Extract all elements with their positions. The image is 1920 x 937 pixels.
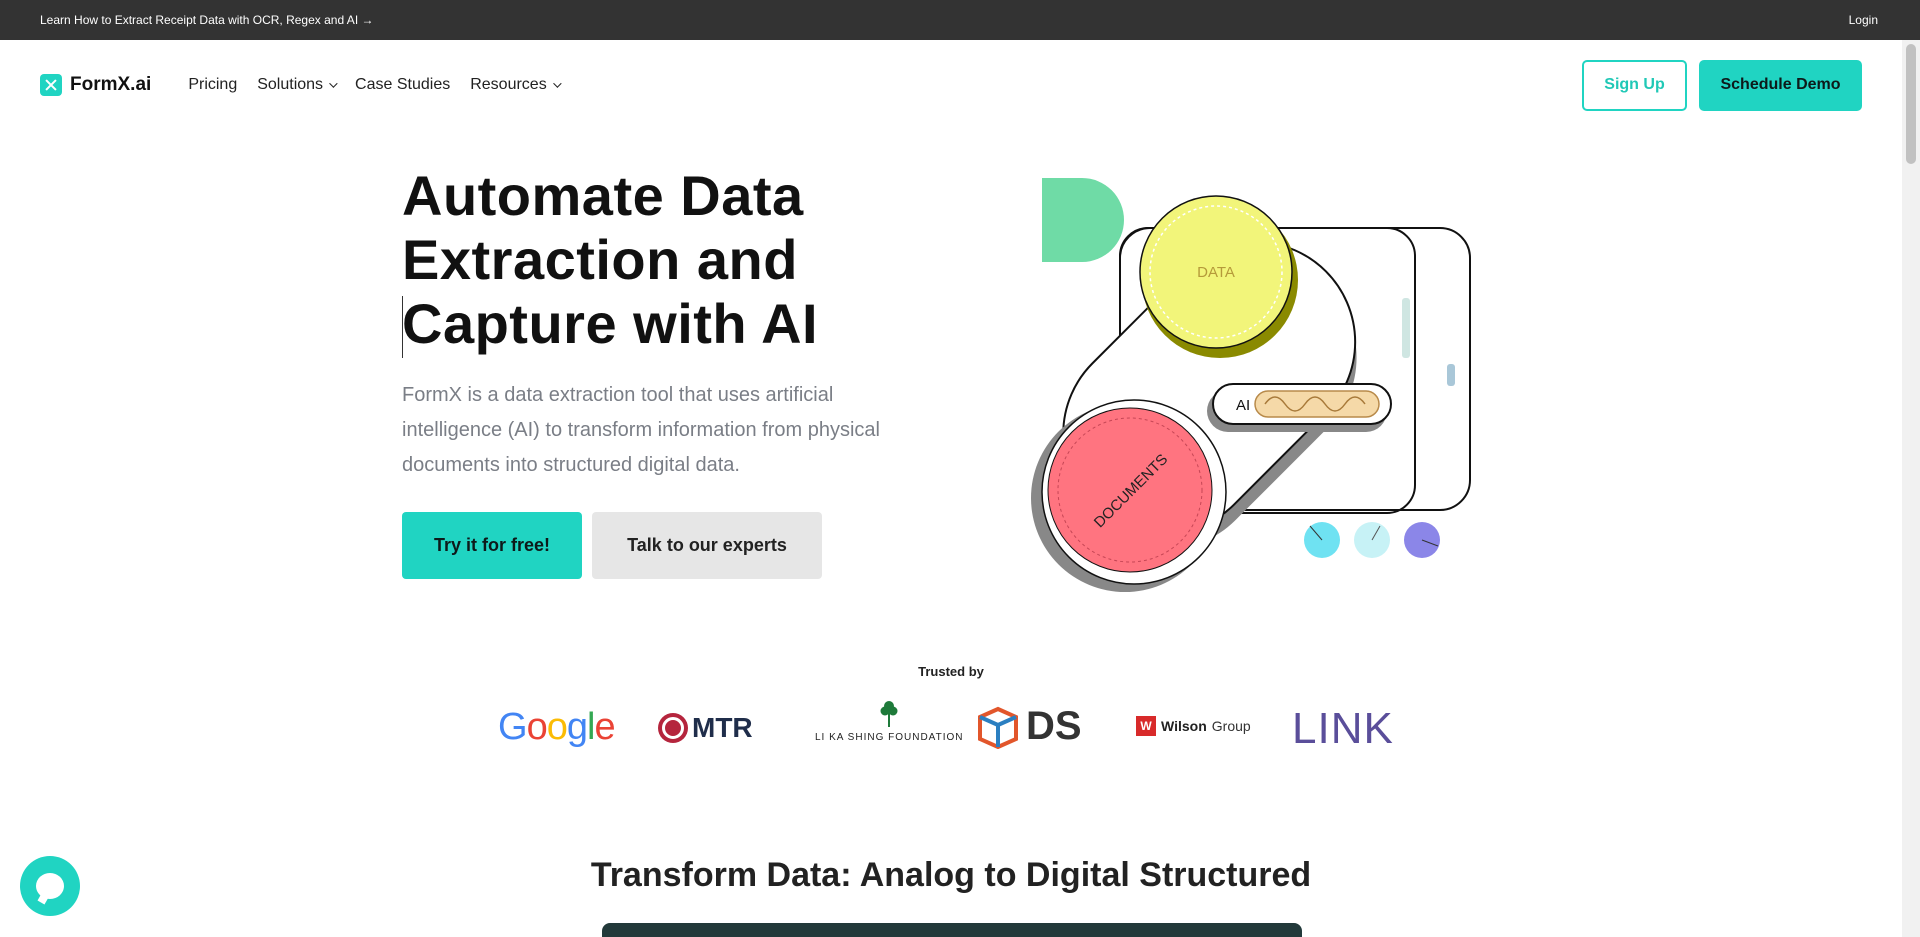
google-logo: Google — [498, 706, 616, 748]
chat-widget-button[interactable] — [20, 856, 80, 916]
nav-label: Case Studies — [355, 76, 451, 93]
hero-title-line: Automate Data — [402, 164, 804, 227]
chevron-down-icon — [329, 79, 338, 88]
tree-icon — [880, 701, 898, 727]
nav-item-resources[interactable]: Resources — [470, 76, 562, 94]
schedule-demo-button[interactable]: Schedule Demo — [1699, 59, 1862, 111]
wilson-group-logo: W Wilson Group — [1136, 716, 1251, 736]
scrollbar-thumb[interactable] — [1906, 44, 1916, 164]
brand-logo[interactable]: FormX.ai — [40, 74, 151, 96]
wilson-mark-icon: W — [1136, 716, 1156, 736]
hero-illustration: DATA DOCUMENTS AI — [1031, 178, 1471, 592]
trusted-heading: Trusted by — [918, 664, 984, 679]
hero-title: Automate Data Extraction and Capture wit… — [402, 164, 818, 356]
li-ka-shing-logo: LI KA SHING FOUNDATION — [815, 700, 964, 743]
ai-label: AI — [1236, 397, 1250, 414]
login-link[interactable]: Login — [1849, 13, 1878, 27]
ds-cube-icon — [978, 706, 1018, 749]
nav-label: Solutions — [257, 76, 324, 93]
talk-experts-button[interactable]: Talk to our experts — [592, 512, 822, 579]
hero-subtitle: FormX is a data extraction tool that use… — [402, 384, 880, 476]
chevron-down-icon — [552, 79, 562, 88]
trusted-logos: Google MTR LI KA SHING FOUNDATION DS W W… — [490, 700, 1410, 760]
nav-label: Resources — [470, 76, 547, 93]
lks-wordmark: LI KA SHING FOUNDATION — [815, 732, 964, 743]
mtr-logo: MTR — [658, 712, 753, 744]
hero-title-line: Capture with AI — [402, 292, 819, 355]
mtr-seal-icon — [658, 713, 688, 743]
try-free-button[interactable]: Try it for free! — [402, 512, 582, 579]
ds-wordmark: DS — [1026, 704, 1082, 748]
nav-actions: Sign Up Schedule Demo — [1582, 59, 1862, 111]
hero-title-line: Extraction and — [402, 228, 798, 291]
brand-name: FormX.ai — [70, 74, 152, 95]
nav-item-pricing[interactable]: Pricing — [188, 76, 237, 94]
ds-logo: DS — [976, 704, 1082, 749]
main-navbar: FormX.ai Pricing Solutions Case Studies … — [0, 40, 1902, 130]
wilson-suffix: Group — [1211, 718, 1251, 734]
green-shape — [1042, 178, 1124, 262]
data-label: DATA — [1197, 264, 1235, 281]
formx-logo-icon — [40, 74, 62, 96]
announcement-link[interactable]: Learn How to Extract Receipt Data with O… — [40, 13, 373, 27]
text-caret — [402, 296, 403, 358]
wilson-wordmark: Wilson — [1161, 718, 1207, 734]
mtr-wordmark: MTR — [692, 712, 753, 743]
section-title: Transform Data: Analog to Digital Struct… — [590, 856, 1312, 894]
link-logo: LINK — [1292, 704, 1394, 753]
nav-item-case-studies[interactable]: Case Studies — [355, 76, 450, 94]
nav-label: Pricing — [188, 76, 238, 93]
announcement-bar: Learn How to Extract Receipt Data with O… — [0, 0, 1920, 40]
nav-menu: Pricing Solutions Case Studies Resources — [188, 76, 562, 94]
page-scrollbar[interactable] — [1902, 40, 1920, 937]
nav-item-solutions[interactable]: Solutions — [257, 76, 338, 94]
video-thumbnail[interactable] — [602, 923, 1302, 937]
chat-bubble-icon — [36, 873, 64, 899]
sign-up-button[interactable]: Sign Up — [1582, 59, 1687, 111]
